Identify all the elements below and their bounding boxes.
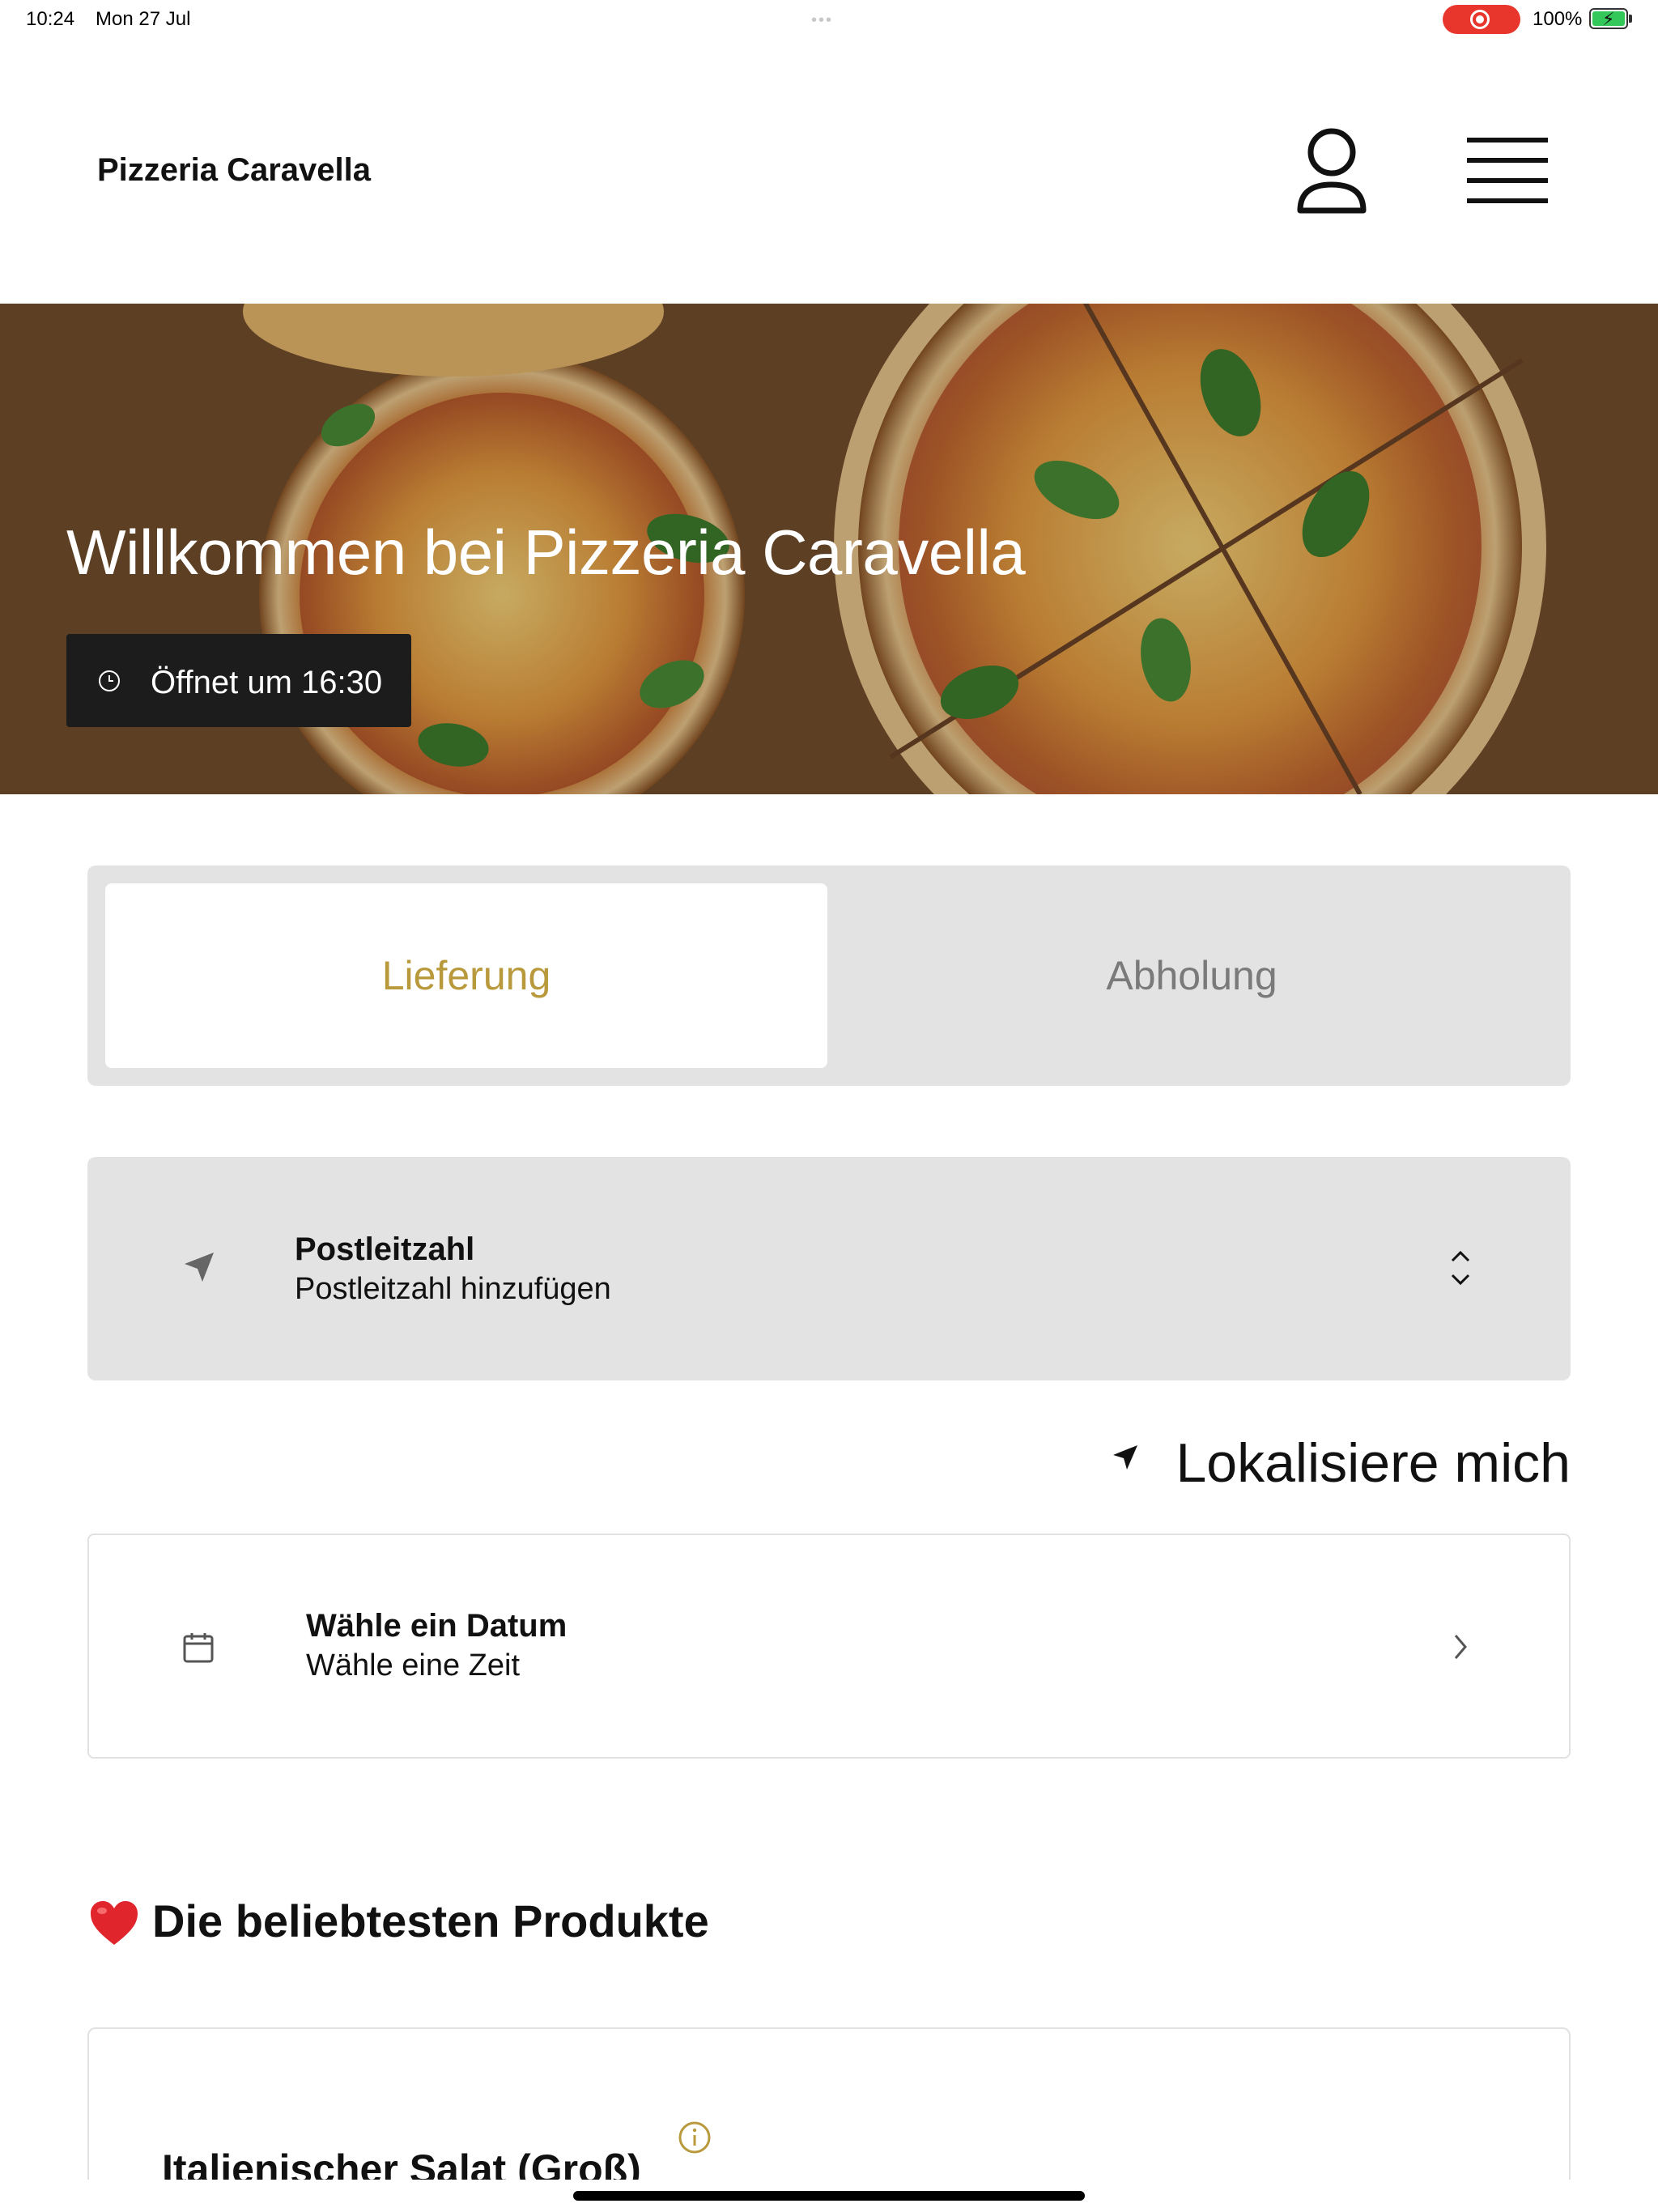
multitasking-dots-icon[interactable]: ••• xyxy=(811,11,833,30)
hero-title: Willkommen bei Pizzeria Caravella xyxy=(66,517,1026,588)
user-icon[interactable] xyxy=(1295,126,1368,217)
locate-me-button[interactable]: Lokalisiere mich xyxy=(1109,1427,1571,1494)
home-indicator[interactable] xyxy=(573,2191,1085,2201)
section-title-popular: Die beliebtesten Produkte xyxy=(152,1895,709,1946)
opening-time-badge: Öffnet um 16:30 xyxy=(66,634,411,727)
calendar-icon xyxy=(183,1633,214,1663)
brand-name[interactable]: Pizzeria Caravella xyxy=(97,152,371,189)
date-time-selector[interactable]: Wähle ein Datum Wähle eine Zeit xyxy=(87,1534,1571,1759)
battery-fill: ⚡ xyxy=(1592,9,1625,29)
status-bar: 10:24 Mon 27 Jul ••• 100% ⚡ xyxy=(0,0,1658,39)
info-icon[interactable] xyxy=(677,2120,712,2155)
hero-banner: Willkommen bei Pizzeria Caravella Öffnet… xyxy=(0,304,1658,794)
postcode-selector[interactable]: Postleitzahl Postleitzahl hinzufügen xyxy=(87,1157,1571,1380)
screen-recording-indicator[interactable] xyxy=(1443,5,1520,34)
hamburger-menu-icon[interactable] xyxy=(1467,136,1548,206)
status-time: 10:24 xyxy=(26,8,75,30)
opening-time-label: Öffnet um 16:30 xyxy=(151,665,383,700)
battery-percent: 100% xyxy=(1533,8,1583,30)
time-label: Wähle eine Zeit xyxy=(306,1648,521,1682)
chevron-up-down-icon xyxy=(1451,1250,1470,1286)
postcode-label: Postleitzahl xyxy=(295,1231,475,1267)
clock-icon xyxy=(99,670,120,691)
tab-delivery[interactable]: Lieferung xyxy=(105,883,827,1068)
postcode-value: Postleitzahl hinzufügen xyxy=(295,1272,611,1306)
battery-icon: ⚡ xyxy=(1589,8,1628,29)
date-label: Wähle ein Datum xyxy=(306,1608,568,1644)
heart-icon xyxy=(91,1901,138,1945)
status-date: Mon 27 Jul xyxy=(96,8,191,30)
location-arrow-icon xyxy=(185,1253,214,1282)
tab-pickup[interactable]: Abholung xyxy=(831,883,1553,1068)
location-arrow-icon xyxy=(1113,1445,1137,1470)
locate-me-label: Lokalisiere mich xyxy=(1175,1432,1571,1494)
chevron-right-icon xyxy=(1454,1635,1467,1659)
order-mode-toggle: Lieferung Abholung xyxy=(87,866,1571,1086)
